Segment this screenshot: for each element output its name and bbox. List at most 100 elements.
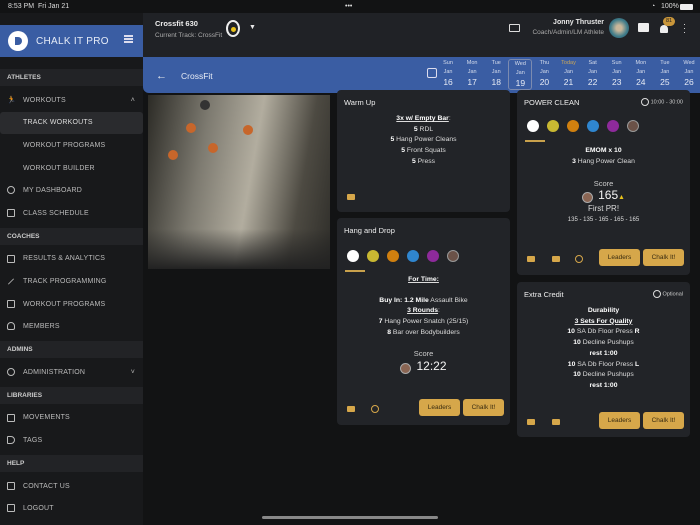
text: 3 Sets For Quality [575,318,633,325]
level-dot[interactable] [367,250,379,262]
label: RESULTS & ANALYTICS [23,255,105,262]
text: 7 [379,318,383,325]
leaders-button[interactable]: Leaders [599,249,640,266]
chevron-down-icon: ˅ [131,369,135,376]
hamburger-menu-icon[interactable] [124,35,133,43]
level-dot[interactable] [547,120,559,132]
label: ADMINISTRATION [23,369,85,376]
more-vertical-icon[interactable]: ··· [683,22,686,34]
weekday: Today [556,59,580,68]
date-23[interactable]: SunJan23 [605,59,629,90]
label: LOGOUT [23,505,54,512]
pr-bell-icon: ▲ [618,194,625,201]
sidebar-item-workout-programs[interactable]: WORKOUT PROGRAMS [0,134,143,157]
sidebar-item-workout-builder[interactable]: WORKOUT BUILDER [0,157,143,180]
chalk-it-button[interactable]: Chalk It! [463,399,504,416]
label: WORKOUTS [23,97,66,104]
status-date: Fri Jan 21 [38,3,69,10]
section-libraries: LIBRARIES [0,387,143,404]
chalk-it-button[interactable]: Chalk It! [643,412,684,429]
weekday: Wed [677,59,700,68]
leaders-button[interactable]: Leaders [419,399,460,416]
text: Hang Power Cleans [396,136,456,143]
sidebar-item-movements[interactable]: MOVEMENTS [0,407,143,430]
level-dot[interactable] [407,250,419,262]
group-icon [7,322,15,330]
video-icon[interactable] [347,194,355,200]
level-dot[interactable] [627,120,639,132]
battery-text: 100% [661,3,679,10]
sidebar-item-contact-us[interactable]: CONTACT US [0,475,143,498]
leaders-button[interactable]: Leaders [599,412,640,429]
runner-icon: 🏃 [7,96,15,104]
date-17[interactable]: MonJan17 [460,59,484,90]
score-label: Score [337,349,510,360]
month: Jan [581,68,605,77]
video-icon[interactable] [347,406,355,412]
level-dot[interactable] [527,120,539,132]
level-dot[interactable] [607,120,619,132]
user-info[interactable]: Jonny Thruster Coach/Admin/LM Athlete [520,19,604,36]
sidebar-item-administration[interactable]: ADMINISTRATION ˅ [0,361,143,384]
status-time: 8:53 PM [8,3,34,10]
display-icon[interactable] [509,24,520,32]
note-icon[interactable] [527,419,535,425]
text: 10 [573,339,581,346]
day-number: 26 [677,77,700,88]
date-16[interactable]: SunJan16 [436,59,460,90]
weekday: Thu [532,59,556,68]
caret-down-icon[interactable]: ▼ [249,24,256,31]
video-icon[interactable] [552,256,560,262]
sidebar-item-class-schedule[interactable]: CLASS SCHEDULE [0,202,143,225]
date-21[interactable]: TodayJan21 [556,59,580,90]
level-dot[interactable] [387,250,399,262]
sidebar-item-members[interactable]: MEMBERS [0,315,143,338]
home-indicator [262,516,438,519]
level-dot[interactable] [347,250,359,262]
back-arrow-icon[interactable]: ← [156,70,167,82]
history-icon[interactable] [371,405,379,413]
sidebar-item-results-analytics[interactable]: RESULTS & ANALYTICS [0,248,143,271]
gym-selector[interactable]: Crossfit 630 Current Track: CrossFit [155,19,222,39]
date-24[interactable]: MonJan24 [629,59,653,90]
sidebar-item-coach-workout-programs[interactable]: WORKOUT PROGRAMS [0,293,143,316]
sidebar-item-logout[interactable]: LOGOUT [0,497,143,520]
chalk-it-button[interactable]: Chalk It! [643,249,684,266]
sidebar-item-tags[interactable]: TAGS [0,429,143,452]
section-admins: ADMINS [0,341,143,358]
chat-icon[interactable] [638,23,649,32]
text: 10 [573,371,581,378]
text: rest 1:00 [590,350,618,357]
month: Jan [484,68,508,77]
level-dot[interactable] [567,120,579,132]
level-dot[interactable] [447,250,459,262]
chevron-up-icon: ˄ [131,97,135,104]
card-title: Hang and Drop [344,226,395,235]
brand-name: CHALK IT PRO [36,36,109,47]
avatar[interactable] [609,18,629,38]
level-dot[interactable] [427,250,439,262]
sidebar-item-my-dashboard[interactable]: MY DASHBOARD [0,179,143,202]
workout-photo [148,95,330,269]
date-18[interactable]: TueJan18 [484,59,508,90]
pencil-icon [8,278,14,284]
date-20[interactable]: ThuJan20 [532,59,556,90]
score-level-dot [582,192,593,203]
note-icon[interactable] [527,256,535,262]
date-19[interactable]: WedJan19 [508,59,532,90]
book-icon [7,414,15,422]
date-26[interactable]: WedJan26 [677,59,700,90]
section-athletes: ATHLETES [0,69,143,86]
date-22[interactable]: SatJan22 [581,59,605,90]
sidebar-item-track-programming[interactable]: TRACK PROGRAMMING [0,270,143,293]
history-icon[interactable] [575,255,583,263]
level-dot[interactable] [587,120,599,132]
notification-badge: 81 [663,17,675,26]
video-icon[interactable] [552,419,560,425]
workout-description: 3x w/ Empty Bar: 5 RDL 5 Hang Power Clea… [337,114,510,168]
date-25[interactable]: TueJan25 [653,59,677,90]
sidebar-item-track-workouts[interactable]: TRACK WORKOUTS [0,112,143,135]
calendar-icon [7,209,15,217]
sidebar-item-workouts[interactable]: 🏃 WORKOUTS ˄ [0,89,143,112]
bell-icon[interactable] [660,25,668,33]
